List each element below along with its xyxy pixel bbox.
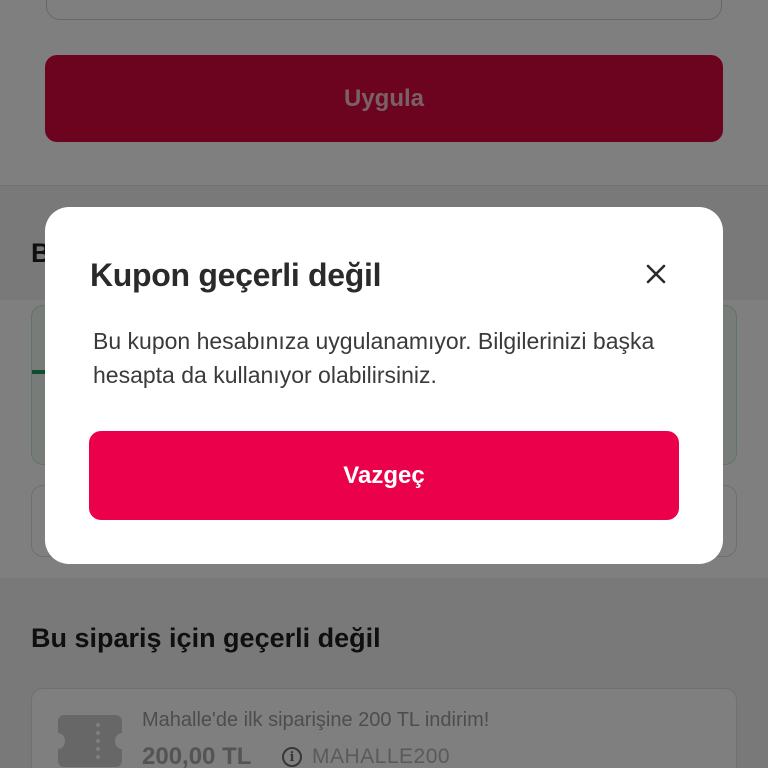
cancel-button[interactable]: Vazgeç <box>89 431 679 520</box>
invalid-coupon-dialog: Kupon geçerli değil Bu kupon hesabınıza … <box>45 207 723 564</box>
close-icon[interactable] <box>641 259 671 289</box>
dialog-message: Bu kupon hesabınıza uygulanamıyor. Bilgi… <box>93 328 655 388</box>
dialog-title: Kupon geçerli değil <box>90 257 382 293</box>
